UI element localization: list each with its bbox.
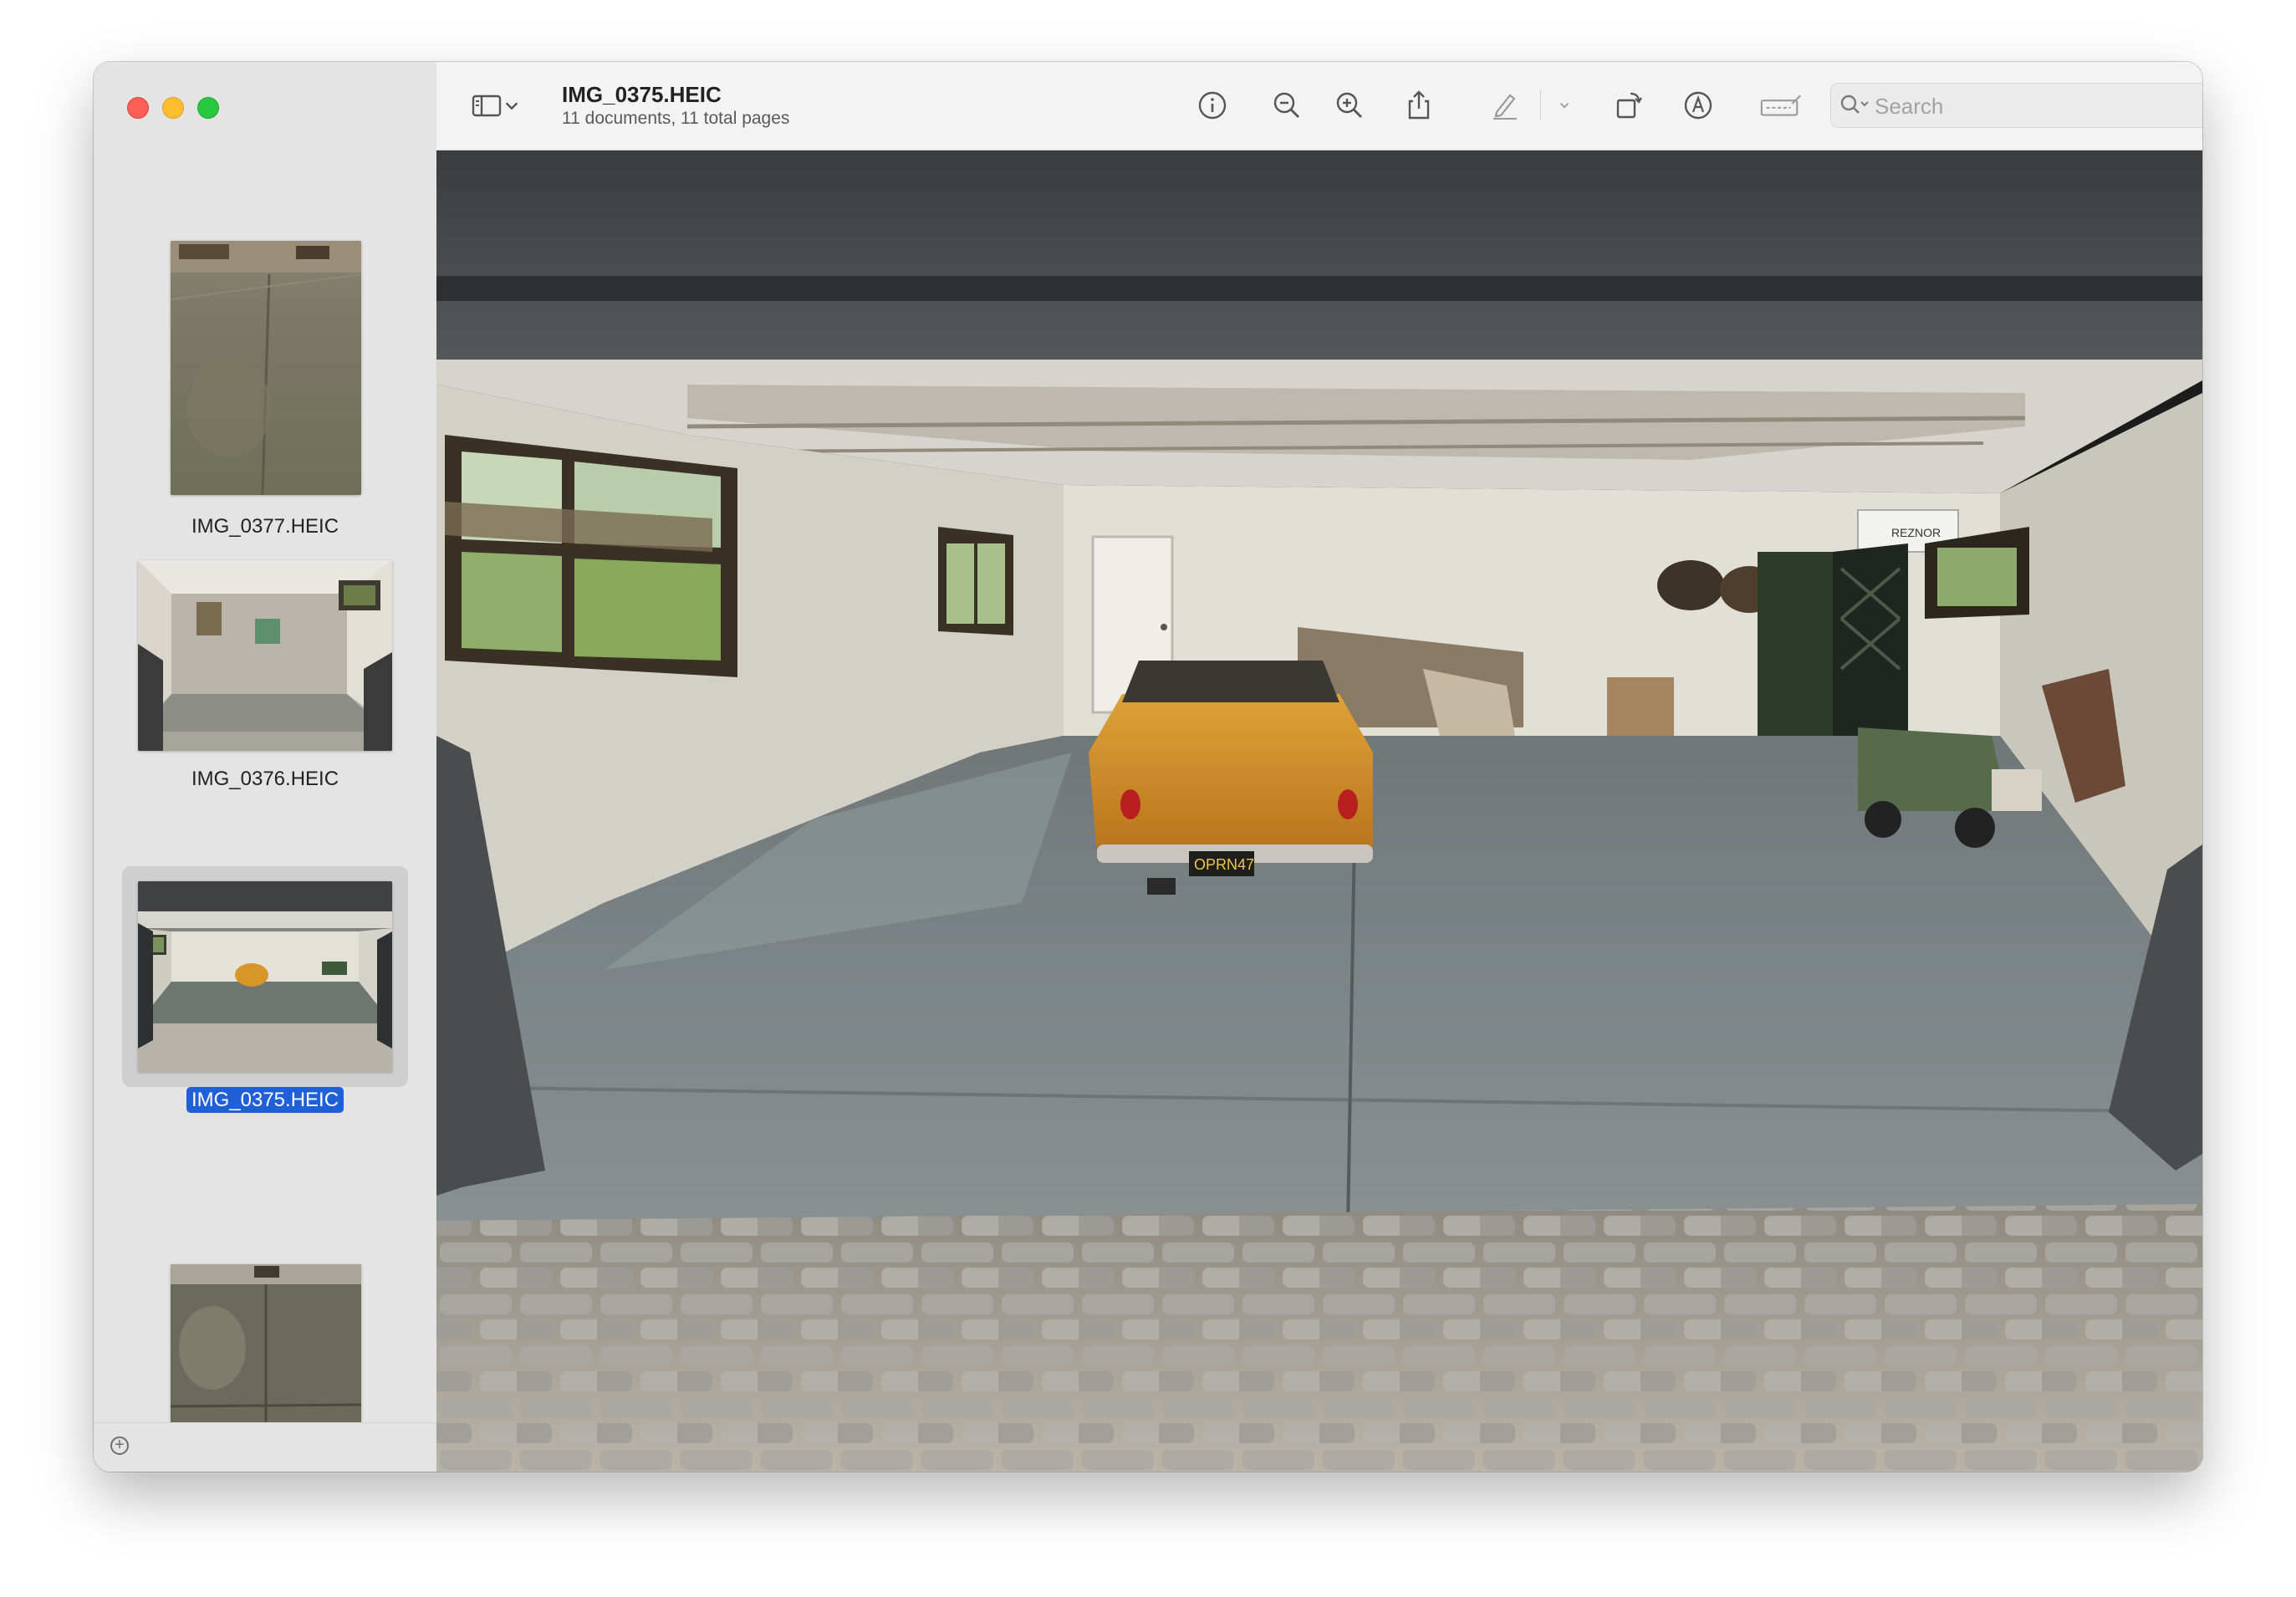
heater-label: REZNOR: [1891, 526, 1941, 539]
chevron-down-icon[interactable]: [502, 87, 522, 124]
maximize-button[interactable]: [197, 97, 219, 119]
thumbnail-list[interactable]: IMG_0377.HEIC IMG_0376.HEIC IMG_0375.HEI…: [94, 162, 436, 1472]
search-icon: [1838, 92, 1873, 119]
thumbnail-label: IMG_0377.HEIC: [191, 515, 339, 538]
search-input[interactable]: [1873, 90, 2202, 122]
zoom-in-icon[interactable]: [1331, 87, 1368, 124]
share-icon[interactable]: [1401, 87, 1437, 124]
garage-photo: REZNOR OPRN47: [436, 151, 2202, 1472]
document-title: IMG_0375.HEIC: [562, 82, 722, 107]
toolbar: IMG_0375.HEIC 11 documents, 11 total pag…: [436, 62, 2202, 151]
plus-circle-icon[interactable]: +: [110, 1436, 129, 1455]
sidebar-icon[interactable]: [468, 87, 505, 124]
thumbnail-image[interactable]: [138, 881, 392, 1072]
sidebar: IMG_0377.HEIC IMG_0376.HEIC IMG_0375.HEI…: [94, 62, 437, 1472]
image-viewer[interactable]: REZNOR OPRN47: [436, 151, 2202, 1472]
markup-pen-icon[interactable]: [1487, 87, 1523, 124]
rotate-icon[interactable]: [1610, 87, 1647, 124]
zoom-out-icon[interactable]: [1268, 87, 1305, 124]
minimize-button[interactable]: [162, 97, 184, 119]
thumbnail-label: IMG_0376.HEIC: [191, 768, 339, 790]
small-window: [938, 527, 1013, 635]
license-plate: OPRN47: [1194, 856, 1254, 873]
document-subtitle: 11 documents, 11 total pages: [562, 109, 790, 128]
adjust-size-icon[interactable]: [1758, 87, 1804, 124]
orange-roadster: OPRN47: [1089, 661, 1373, 895]
window-controls: [127, 97, 219, 119]
annotate-icon[interactable]: [1680, 87, 1717, 124]
thumbnail-label-selected: IMG_0375.HEIC: [94, 1087, 436, 1113]
preview-window: IMG_0377.HEIC IMG_0376.HEIC IMG_0375.HEI…: [94, 62, 2202, 1472]
search-field[interactable]: [1830, 83, 2202, 128]
sidebar-footer: +: [94, 1422, 436, 1472]
info-icon[interactable]: [1194, 87, 1231, 124]
toolbar-divider: [1540, 90, 1541, 120]
left-window: [445, 435, 737, 677]
chevron-down-icon[interactable]: [1554, 87, 1575, 124]
thumbnail-image[interactable]: [138, 560, 392, 751]
thumbnail-image[interactable]: [171, 241, 361, 495]
close-button[interactable]: [127, 97, 149, 119]
